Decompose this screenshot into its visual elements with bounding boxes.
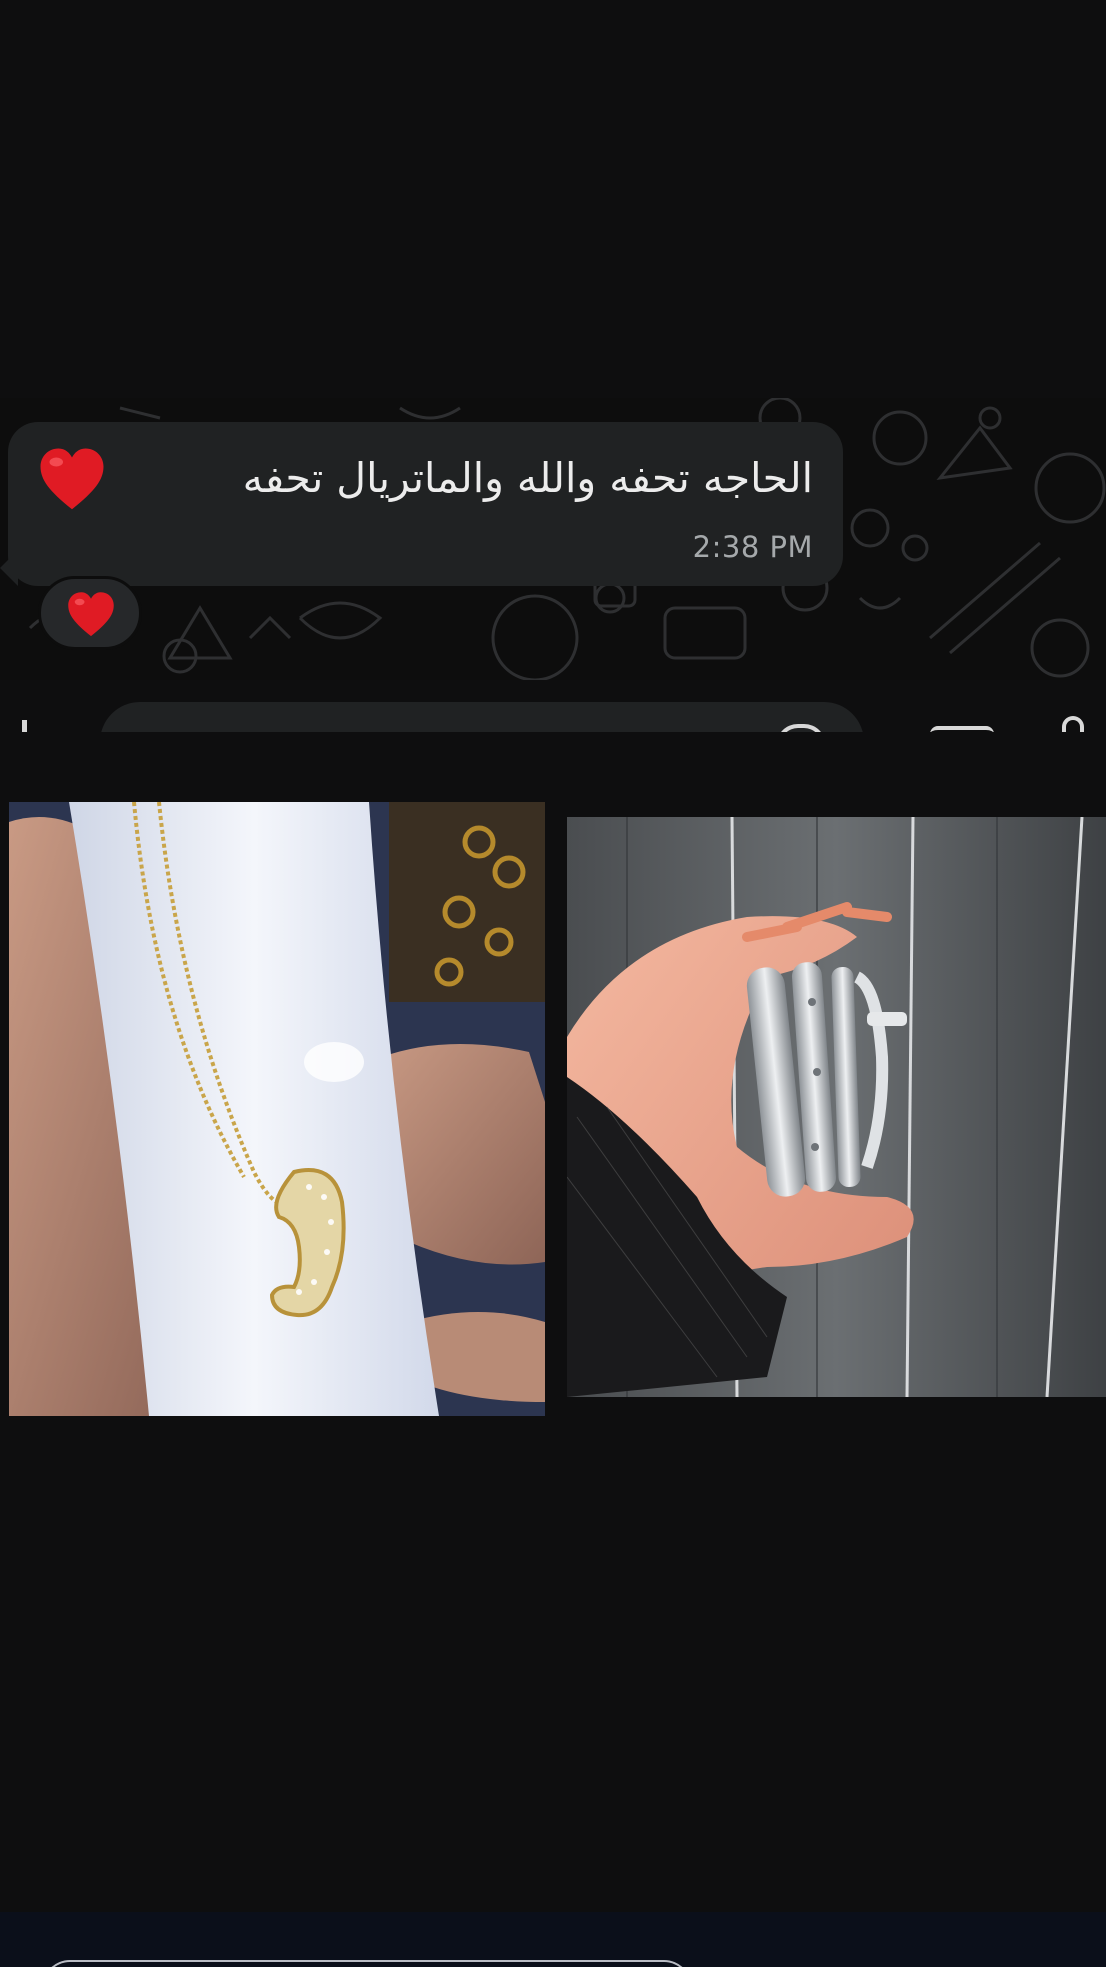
message-reaction[interactable] [38,576,142,650]
mic-icon[interactable] [1062,716,1084,732]
top-blank-area [0,0,1106,398]
bottom-system-bar [0,1912,1106,1967]
message-composer [0,680,1106,732]
bangles-photo [567,817,1106,1397]
chat-screenshot: الحاجه تحفه والله والماتريال تحفه 2:38 P… [0,398,1106,680]
composer-left-icon [22,720,27,732]
bubble-tail [0,550,18,586]
necklace-photo [9,802,545,1416]
message-text: الحاجه تحفه والله والماتريال تحفه [242,454,813,502]
necklace-image [9,802,545,1416]
red-heart-icon [68,592,114,637]
red-heart-icon [40,448,104,510]
bangles-image [567,817,1106,1397]
incoming-message-bubble[interactable]: الحاجه تحفه والله والماتريال تحفه 2:38 P… [0,422,843,586]
camera-icon[interactable] [930,726,994,732]
collage-page: الحاجه تحفه والله والماتريال تحفه 2:38 P… [0,0,1106,1967]
bottom-input-outline[interactable] [42,1960,692,1967]
message-input[interactable] [100,702,864,732]
message-timestamp: 2:38 PM [692,530,813,564]
